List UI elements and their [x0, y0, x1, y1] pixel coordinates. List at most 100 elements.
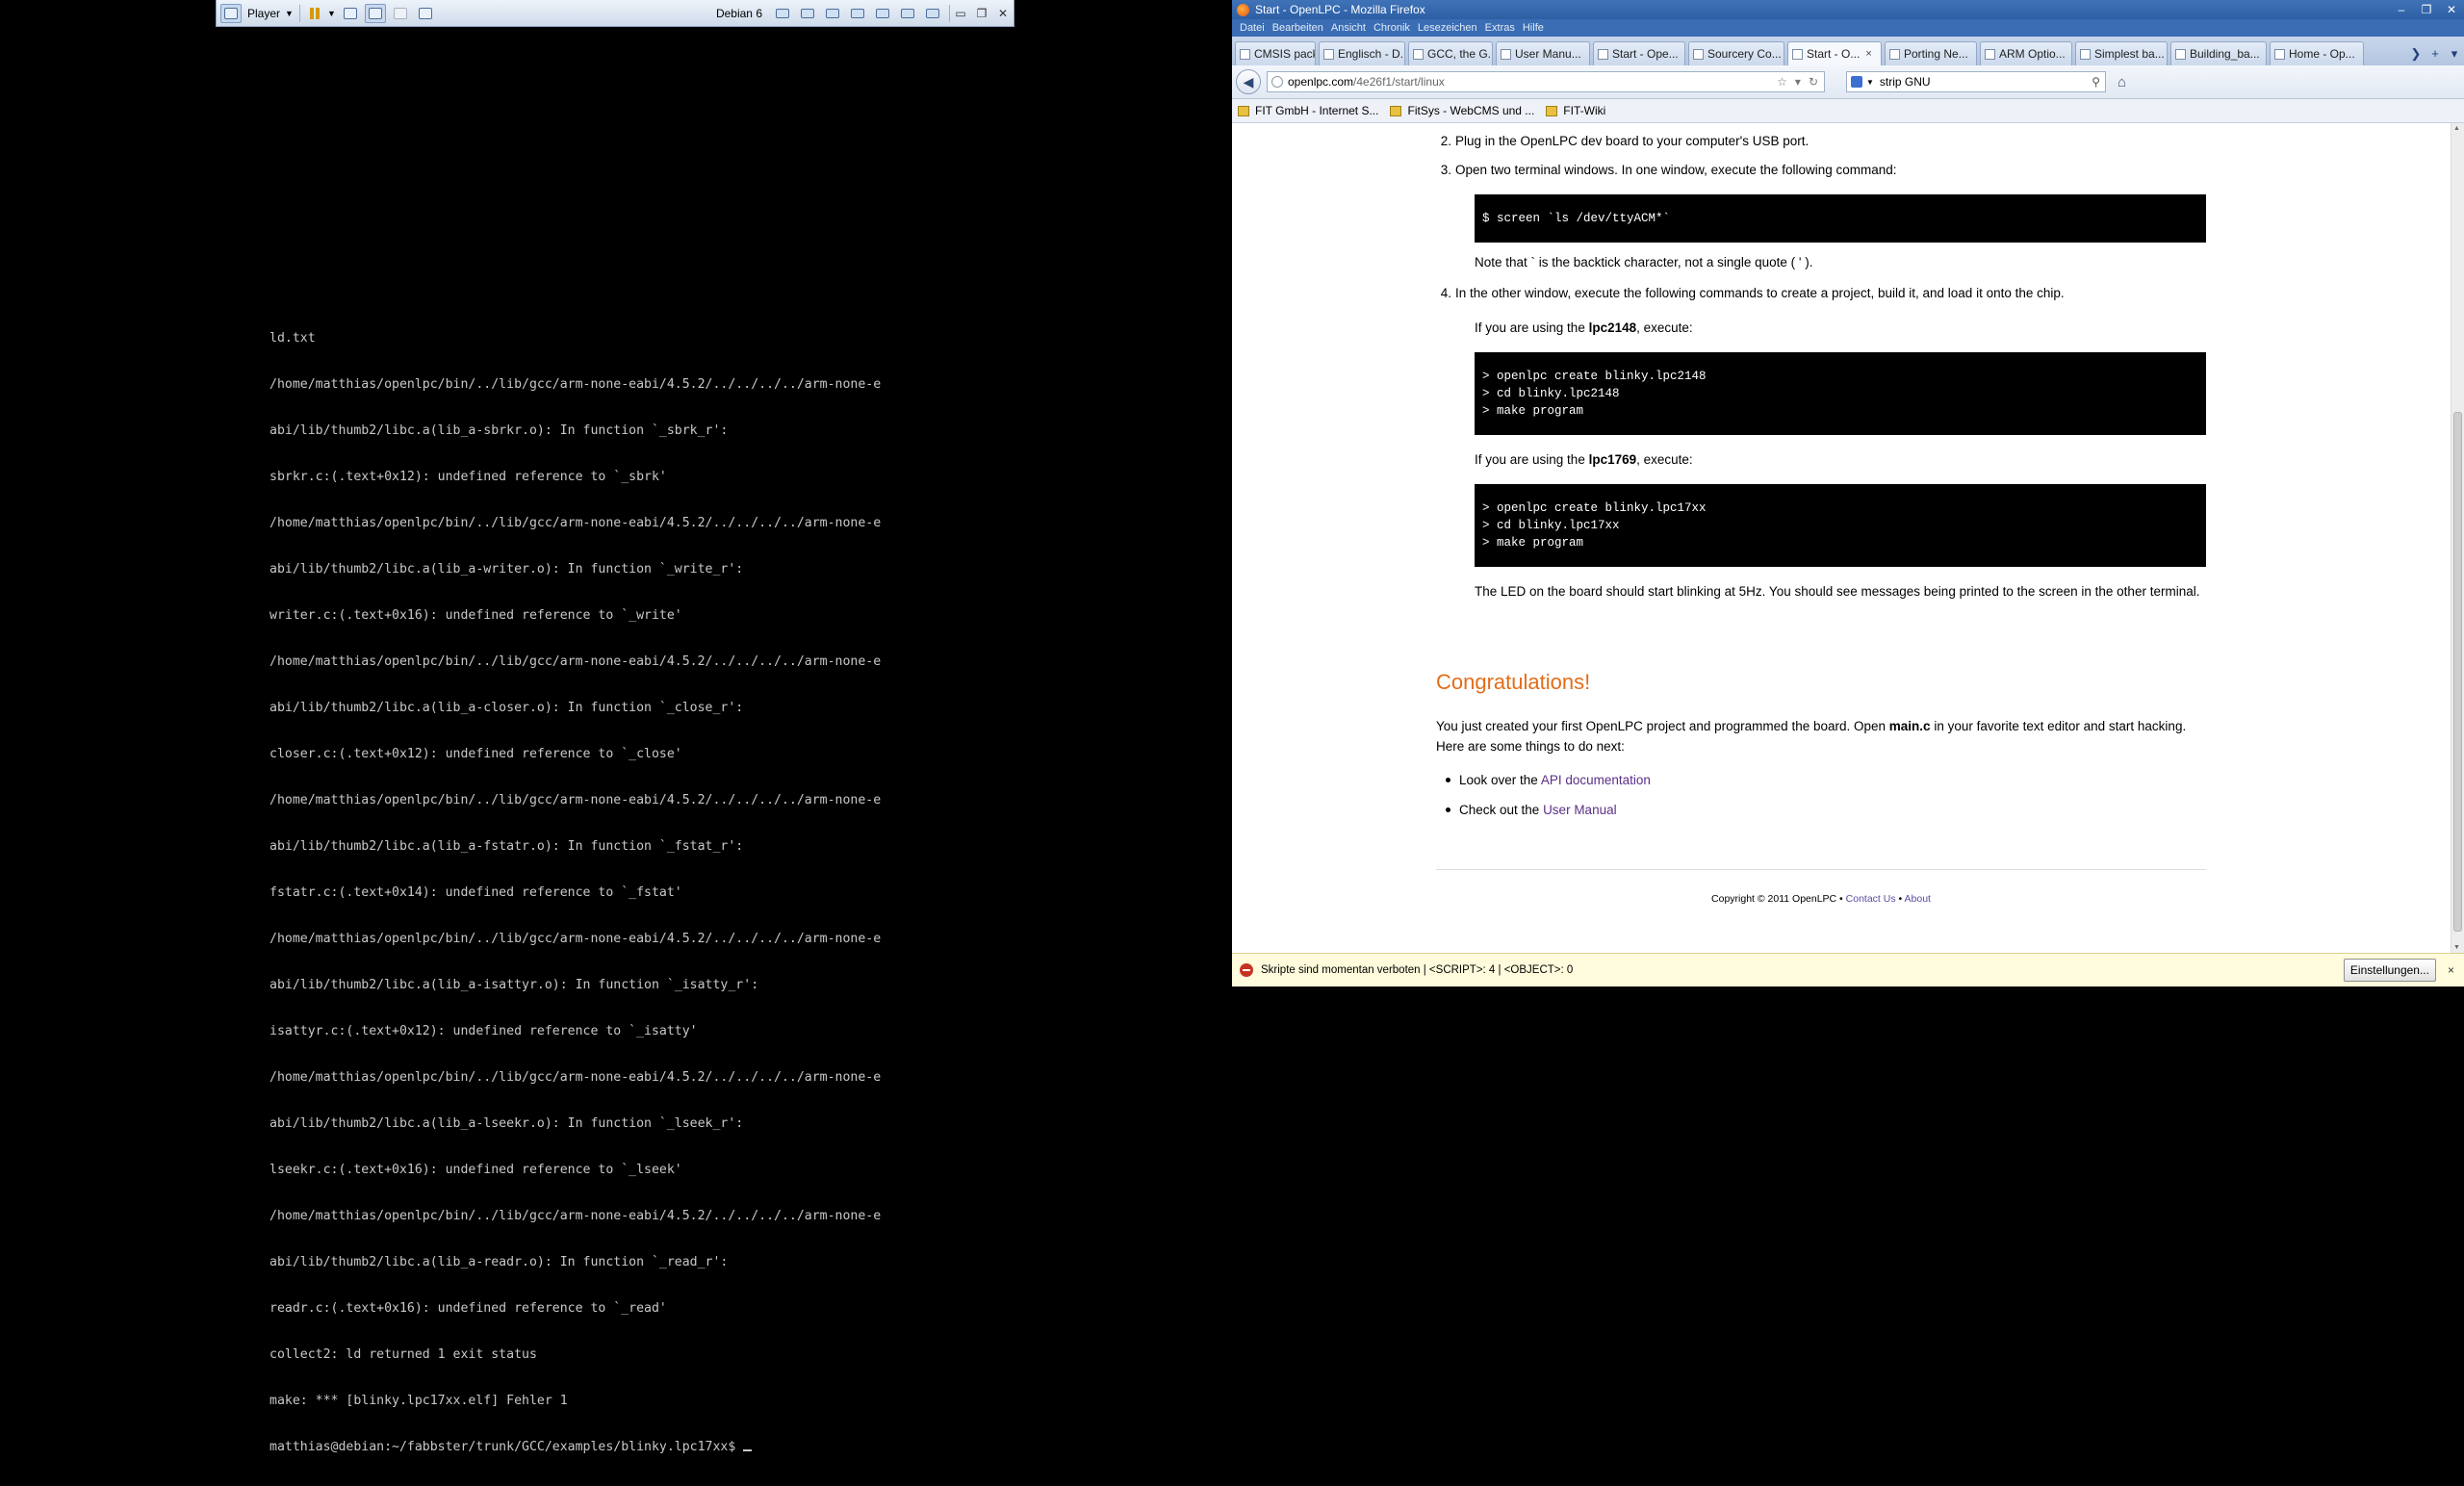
step-text: Plug in the OpenLPC dev board to your co… — [1455, 134, 1810, 148]
step-text: Open two terminal windows. In one window… — [1455, 163, 1897, 177]
send-ctrl-alt-del-icon[interactable] — [340, 4, 361, 23]
terminal-line: /home/matthias/openlpc/bin/../lib/gcc/ar… — [270, 1070, 882, 1085]
search-engine-dropdown-icon[interactable]: ▼ — [1866, 78, 1874, 87]
menu-view[interactable]: Ansicht — [1331, 22, 1366, 34]
player-menu-caret-icon[interactable]: ▼ — [285, 9, 294, 18]
notification-close-icon[interactable]: × — [2448, 963, 2454, 977]
menu-tools[interactable]: Extras — [1485, 22, 1515, 34]
bookmarks-toolbar: FIT GmbH - Internet S... FitSys - WebCMS… — [1232, 99, 2464, 123]
scroll-down-icon[interactable]: ▼ — [2453, 944, 2460, 951]
firefox-titlebar[interactable]: Start - OpenLPC - Mozilla Firefox ‒ ❐ ✕ — [1232, 0, 2464, 19]
bookmark-fit-gmbh[interactable]: FIT GmbH - Internet S... — [1238, 104, 1378, 117]
pause-icon[interactable] — [304, 4, 325, 23]
code-block-screen[interactable]: $ screen `ls /dev/ttyACM*` — [1475, 194, 2206, 243]
terminal-line: abi/lib/thumb2/libc.a(lib_a-sbrkr.o): In… — [270, 423, 729, 438]
network-device-icon[interactable] — [797, 4, 818, 23]
new-tab-icon[interactable]: + — [2426, 46, 2445, 61]
api-documentation-link[interactable]: API documentation — [1541, 773, 1651, 787]
tab-home[interactable]: Home - Op... — [2270, 41, 2364, 65]
menu-edit[interactable]: Bearbeiten — [1272, 22, 1323, 34]
minimize-icon[interactable]: ‒ — [2389, 3, 2414, 16]
player-menu-label[interactable]: Player — [247, 7, 280, 20]
scrollbar-thumb[interactable] — [2453, 412, 2462, 932]
tab-user-manual[interactable]: User Manu... — [1496, 41, 1590, 65]
minimize-icon[interactable]: ▭ — [950, 7, 971, 20]
fit-guest-icon[interactable] — [364, 3, 386, 23]
code-block-lpc1769[interactable]: > openlpc create blinky.lpc17xx > cd bli… — [1475, 484, 2206, 567]
search-magnifier-icon[interactable]: ⚲ — [2092, 75, 2100, 89]
vertical-scrollbar[interactable]: ▲ ▼ — [2451, 123, 2464, 953]
bookmark-label: FIT-Wiki — [1563, 104, 1606, 117]
url-bar[interactable]: openlpc.com/4e26f1/start/linux ☆ ▾ ↻ — [1267, 71, 1825, 92]
tab-start-active[interactable]: Start - O... × — [1787, 41, 1882, 65]
site-identity-icon[interactable] — [1271, 76, 1283, 88]
disk-device-icon[interactable] — [822, 4, 843, 23]
tab-porting[interactable]: Porting Ne... — [1885, 41, 1977, 65]
tab-gcc[interactable]: GCC, the G... — [1408, 41, 1493, 65]
terminal-line: abi/lib/thumb2/libc.a(lib_a-lseekr.o): I… — [270, 1116, 744, 1131]
google-search-engine-icon[interactable] — [1851, 76, 1862, 88]
window-title: Start - OpenLPC - Mozilla Firefox — [1255, 3, 1425, 16]
floppy-device-icon[interactable] — [847, 4, 868, 23]
tab-englisch[interactable]: Englisch - D... — [1319, 41, 1405, 65]
close-icon[interactable]: ✕ — [2439, 3, 2464, 16]
restore-icon[interactable]: ❐ — [971, 7, 992, 20]
bookmark-fit-wiki[interactable]: FIT-Wiki — [1546, 104, 1605, 117]
favicon-icon — [1889, 48, 1900, 60]
contact-us-link[interactable]: Contact Us — [1846, 893, 1896, 905]
terminal-output[interactable]: ld.txt /home/matthias/openlpc/bin/../lib… — [270, 300, 982, 1486]
favicon-icon — [1413, 48, 1424, 60]
terminal-prompt-line[interactable]: matthias@debian:~/fabbster/trunk/GCC/exa… — [270, 1440, 982, 1455]
bookmark-star-icon[interactable]: ☆ — [1777, 75, 1787, 89]
lpc1769-intro: If you are using the lpc1769, execute: — [1475, 449, 2206, 470]
about-link[interactable]: About — [1905, 893, 1931, 905]
sound-device-icon[interactable] — [897, 4, 918, 23]
menu-help[interactable]: Hilfe — [1523, 22, 1544, 34]
restore-icon[interactable]: ❐ — [2414, 3, 2439, 16]
vmware-player-window: Player ▼ ▼ Debian 6 ▭ ❐ ✕ ld.txt /home/m… — [0, 0, 1232, 1454]
back-button[interactable]: ◀ — [1236, 69, 1261, 94]
tab-arm-options[interactable]: ARM Optio... — [1980, 41, 2072, 65]
reload-icon[interactable]: ↻ — [1809, 75, 1818, 89]
menu-bookmarks[interactable]: Lesezeichen — [1418, 22, 1477, 34]
tab-building[interactable]: Building_ba... — [2170, 41, 2267, 65]
terminal-line: lseekr.c:(.text+0x16): undefined referen… — [270, 1163, 682, 1177]
tab-sourcery[interactable]: Sourcery Co... — [1688, 41, 1784, 65]
home-icon[interactable]: ⌂ — [2118, 74, 2126, 90]
terminal-line: /home/matthias/openlpc/bin/../lib/gcc/ar… — [270, 654, 882, 669]
tab-cmsis[interactable]: CMSIS pack... — [1235, 41, 1316, 65]
main-c-filename: main.c — [1888, 719, 1931, 733]
firefox-logo-icon[interactable] — [1237, 3, 1249, 16]
lpc2148-post: , execute: — [1636, 320, 1693, 335]
vmware-logo-icon[interactable] — [220, 3, 242, 23]
menu-file[interactable]: Datei — [1240, 22, 1265, 34]
list-all-tabs-icon[interactable]: ▾ — [2445, 46, 2464, 62]
code-block-lpc2148[interactable]: > openlpc create blinky.lpc2148 > cd bli… — [1475, 352, 2206, 435]
url-history-dropdown-icon[interactable]: ▾ — [1795, 75, 1801, 89]
usb-device-icon[interactable] — [772, 4, 793, 23]
user-manual-link[interactable]: User Manual — [1543, 803, 1617, 817]
search-bar[interactable]: ▼ strip GNU ⚲ — [1846, 71, 2106, 92]
scroll-tabs-right-icon[interactable]: ❯ — [2406, 46, 2426, 62]
lpc1769-name: lpc1769 — [1588, 452, 1637, 467]
terminal-line: abi/lib/thumb2/libc.a(lib_a-fstatr.o): I… — [270, 839, 744, 854]
fullscreen-icon[interactable] — [415, 4, 436, 23]
printer-device-icon[interactable] — [872, 4, 893, 23]
menu-history[interactable]: Chronik — [1373, 22, 1410, 34]
pause-caret-icon[interactable]: ▼ — [327, 9, 336, 18]
tab-simplest[interactable]: Simplest ba... — [2075, 41, 2168, 65]
terminal-line: abi/lib/thumb2/libc.a(lib_a-readr.o): In… — [270, 1255, 729, 1269]
tab-close-icon[interactable]: × — [1865, 48, 1871, 60]
intro-paragraph: You just created your first OpenLPC proj… — [1436, 716, 2206, 756]
close-icon[interactable]: ✕ — [992, 7, 1014, 20]
unity-icon[interactable] — [390, 4, 411, 23]
terminal-line: make: *** [blinky.lpc17xx.elf] Fehler 1 — [270, 1394, 568, 1408]
scroll-up-icon[interactable]: ▲ — [2453, 125, 2460, 132]
camera-device-icon[interactable] — [922, 4, 943, 23]
bookmark-fitsys[interactable]: FitSys - WebCMS und ... — [1390, 104, 1534, 117]
settings-button[interactable]: Einstellungen... — [2343, 959, 2436, 982]
vmware-toolbar: Player ▼ ▼ Debian 6 ▭ ❐ ✕ — [216, 0, 1014, 27]
noscript-forbidden-icon[interactable] — [1240, 963, 1253, 977]
tab-start-openlpc[interactable]: Start - Ope... — [1593, 41, 1685, 65]
list-item: Check out the User Manual — [1446, 800, 1617, 820]
